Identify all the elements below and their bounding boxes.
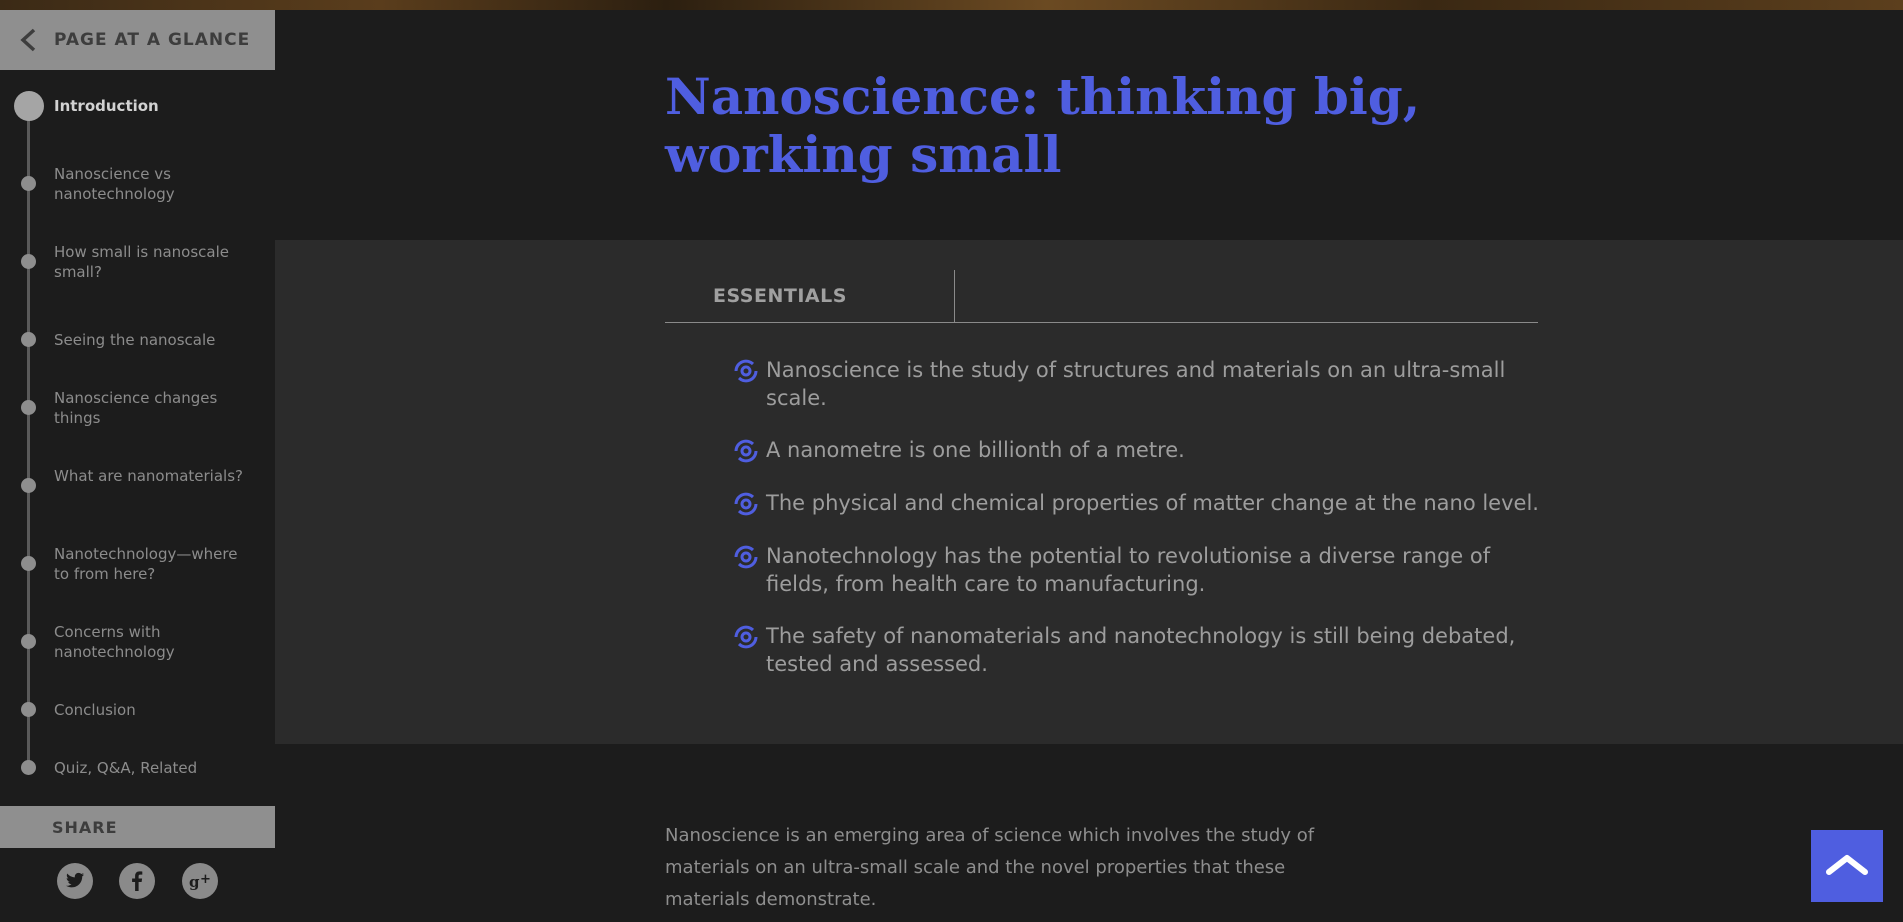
toc-item-seeing-the-nanoscale[interactable]: Seeing the nanoscale xyxy=(0,320,275,360)
toc-label: Nanotechnology—where to from here? xyxy=(54,545,238,583)
toc-label: Concerns with nanotechnology xyxy=(54,623,175,661)
chevron-left-icon xyxy=(10,10,46,70)
essentials-panel: ESSENTIALS Nanoscience is the study of s… xyxy=(275,240,1903,744)
toc-label: Quiz, Q&A, Related xyxy=(54,759,198,777)
toc-dot xyxy=(21,702,36,717)
toc-item-quiz-qa-related[interactable]: Quiz, Q&A, Related xyxy=(0,748,275,788)
toc-label: What are nanomaterials? xyxy=(54,467,243,485)
toc-dot xyxy=(21,556,36,571)
toc-label: Conclusion xyxy=(54,701,136,719)
toc-dot xyxy=(21,176,36,191)
essentials-item-text: Nanoscience is the study of structures a… xyxy=(766,358,1506,410)
google-plus-icon[interactable]: g + xyxy=(181,862,219,900)
toc-item-nanoscience-changes-things[interactable]: Nanoscience changes things xyxy=(0,388,275,428)
essentials-item: The safety of nanomaterials and nanotech… xyxy=(732,622,1552,678)
toc-item-conclusion[interactable]: Conclusion xyxy=(0,690,275,730)
toc-item-how-small[interactable]: How small is nanoscale small? xyxy=(0,242,275,282)
table-of-contents: Introduction Nanoscience vs nanotechnolo… xyxy=(0,70,275,790)
toc-item-introduction[interactable]: Introduction xyxy=(0,86,275,126)
page-at-a-glance-label: PAGE AT A GLANCE xyxy=(54,30,251,50)
essentials-item-text: A nanometre is one billionth of a metre. xyxy=(766,438,1185,462)
toc-item-what-are-nanomaterials[interactable]: What are nanomaterials? xyxy=(0,466,275,506)
atom-bullet-icon xyxy=(732,490,760,518)
share-label: SHARE xyxy=(52,817,118,837)
toc-label: Introduction xyxy=(54,97,159,115)
atom-bullet-icon xyxy=(732,437,760,465)
toc-label: How small is nanoscale small? xyxy=(54,243,229,281)
toc-dot xyxy=(21,634,36,649)
essentials-list: Nanoscience is the study of structures a… xyxy=(732,356,1552,702)
twitter-icon[interactable] xyxy=(56,862,94,900)
toc-item-nanotechnology-where-to[interactable]: Nanotechnology—where to from here? xyxy=(0,544,275,584)
essentials-tab: ESSENTIALS xyxy=(665,270,955,322)
essentials-item: A nanometre is one billionth of a metre. xyxy=(732,436,1552,465)
toc-dot xyxy=(21,254,36,269)
toc-dot xyxy=(21,478,36,493)
header-image-strip xyxy=(0,0,1903,10)
atom-bullet-icon xyxy=(732,623,760,651)
essentials-tab-label: ESSENTIALS xyxy=(713,285,847,307)
atom-bullet-icon xyxy=(732,543,760,571)
toc-dot xyxy=(21,332,36,347)
toc-timeline-line xyxy=(27,110,30,770)
essentials-item-text: Nanotechnology has the potential to revo… xyxy=(766,544,1491,596)
toc-item-nanoscience-vs-nanotechnology[interactable]: Nanoscience vs nanotechnology xyxy=(0,164,275,204)
svg-text:+: + xyxy=(200,872,211,887)
back-to-top-button[interactable] xyxy=(1811,830,1883,902)
essentials-item: Nanoscience is the study of structures a… xyxy=(732,356,1552,412)
intro-paragraph: Nanoscience is an emerging area of scien… xyxy=(665,825,1315,910)
chevron-up-icon xyxy=(1825,852,1869,880)
page-at-a-glance-sidebar: PAGE AT A GLANCE Introduction Nanoscienc… xyxy=(0,10,275,922)
toc-label: Seeing the nanoscale xyxy=(54,331,216,349)
essentials-item: The physical and chemical properties of … xyxy=(732,489,1552,518)
toc-dot-active xyxy=(14,91,44,121)
toc-label: Nanoscience changes things xyxy=(54,389,218,427)
atom-bullet-icon xyxy=(732,357,760,385)
svg-text:g: g xyxy=(189,873,200,891)
page-at-a-glance-toggle[interactable]: PAGE AT A GLANCE xyxy=(0,10,275,70)
toc-dot xyxy=(21,400,36,415)
toc-dot xyxy=(21,760,36,775)
share-bar: SHARE xyxy=(0,806,275,848)
essentials-item-text: The physical and chemical properties of … xyxy=(766,491,1539,515)
essentials-item-text: The safety of nanomaterials and nanotech… xyxy=(766,624,1516,676)
toc-item-concerns-with-nanotechnology[interactable]: Concerns with nanotechnology xyxy=(0,622,275,662)
page-title: Nanoscience: thinking big, working small xyxy=(665,67,1421,184)
essentials-item: Nanotechnology has the potential to revo… xyxy=(732,542,1552,598)
toc-label: Nanoscience vs nanotechnology xyxy=(54,165,175,203)
essentials-divider xyxy=(665,322,1538,323)
facebook-icon[interactable] xyxy=(118,862,156,900)
